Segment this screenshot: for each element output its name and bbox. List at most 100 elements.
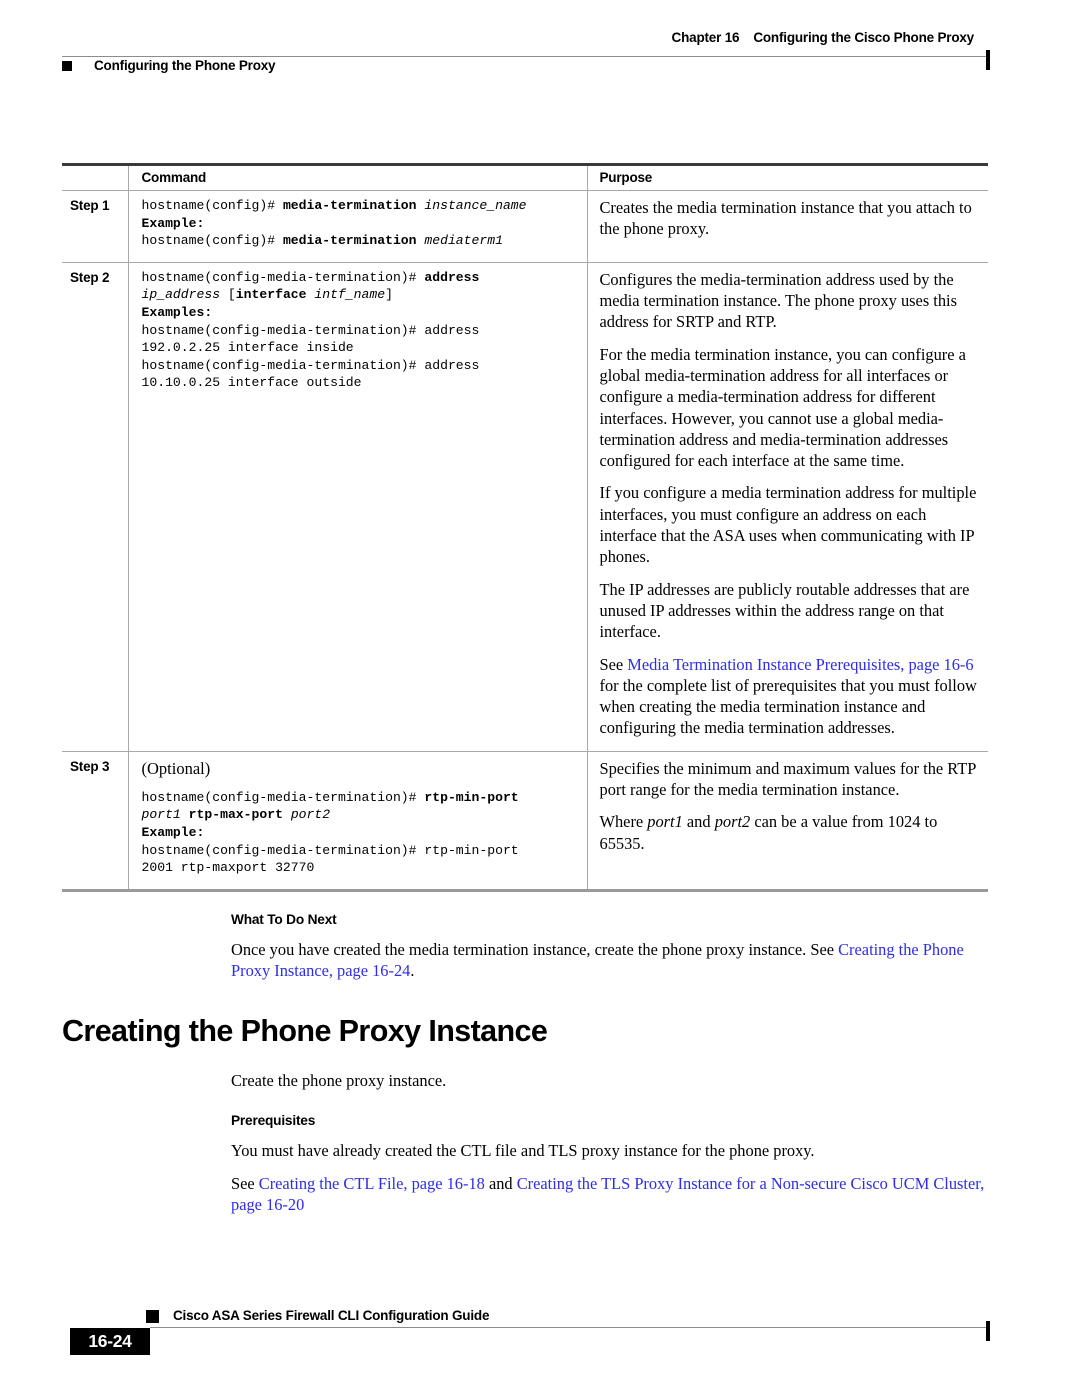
example-label-text: Example: <box>141 215 205 231</box>
italic-text: port1 <box>647 812 683 832</box>
what-to-do-next-paragraph: Once you have created the media terminat… <box>231 939 988 982</box>
text-run: The IP addresses are publicly routable a… <box>599 579 970 642</box>
italic-text: intf_name <box>314 287 386 303</box>
procedure-table: Command Purpose Step 1 hostname(config)# … <box>62 163 988 892</box>
purpose-paragraph: Creates the media termination instance t… <box>600 197 981 240</box>
column-header-step <box>62 163 128 191</box>
bold-text: media-termination <box>282 198 425 213</box>
italic-text: port2 <box>714 812 751 832</box>
header-chapter-title: Configuring the Cisco Phone Proxy <box>753 30 974 45</box>
purpose-cell: Configures the media-termination address… <box>586 262 988 752</box>
command-cell: (Optional) hostname(config-media-terminat… <box>127 751 587 892</box>
text-run: hostname(config-media-termination)# <box>141 789 425 805</box>
bold-text: interface <box>235 287 307 303</box>
footer-rule <box>150 1327 988 1328</box>
text-run: ] <box>385 287 393 303</box>
cli-command-line: hostname(config)# media-termination inst… <box>142 197 577 215</box>
purpose-cell: Creates the media termination instance t… <box>586 190 988 263</box>
purpose-paragraph: Where port1 and port2 can be a value fro… <box>600 811 981 854</box>
optional-label: (Optional) <box>141 758 211 778</box>
bold-text: rtp-max-port <box>188 807 283 823</box>
prerequisites-paragraph: You must have already created the CTL fi… <box>231 1140 988 1161</box>
text-run: hostname(config-media-termination)# addr… <box>141 357 480 391</box>
cli-command-line: hostname(config-media-termination)# rtp-… <box>142 789 577 824</box>
text-run: hostname(config)# <box>141 198 283 213</box>
bold-text: rtp-min-port <box>424 789 519 805</box>
header-chapter-label: Chapter 16 <box>671 30 740 45</box>
header-chapter-info: Chapter 16 Configuring the Cisco Phone Pr… <box>671 30 975 45</box>
text-run: and <box>484 1173 517 1193</box>
header-rule <box>62 56 988 57</box>
footer-guide-title: Cisco ASA Series Firewall CLI Configurat… <box>173 1308 490 1323</box>
text-run: hostname(config-media-termination)# <box>141 269 425 285</box>
text-run: Specifies the minimum and maximum values… <box>599 758 976 800</box>
purpose-paragraph: For the media termination instance, you … <box>600 344 981 472</box>
text-run: . <box>410 961 415 981</box>
footer-right-tick <box>986 1321 990 1341</box>
purpose-paragraph: Configures the media-termination address… <box>600 269 981 333</box>
prerequisites-heading: Prerequisites <box>231 1113 316 1129</box>
command-cell: hostname(config-media-termination)# addr… <box>127 262 587 752</box>
purpose-paragraph: If you configure a media termination add… <box>600 482 981 567</box>
table-row: Step 3 (Optional) hostname(config-media-te… <box>62 751 988 892</box>
text-run: [ <box>220 287 236 303</box>
text-run <box>283 807 291 822</box>
step-label: Step 2 <box>62 262 128 752</box>
italic-text: ip_address <box>141 287 221 303</box>
step-label: Step 1 <box>62 190 128 263</box>
cli-command-line: hostname(config-media-termination)# addr… <box>142 322 577 357</box>
example-label: Examples: <box>142 304 577 322</box>
header-section-info: Configuring the Phone Proxy <box>62 58 276 73</box>
cli-command-line: hostname(config)# media-termination medi… <box>142 232 577 250</box>
text-run: If you configure a media termination add… <box>599 483 977 567</box>
example-label: Example: <box>142 215 577 233</box>
footer-page-number: 16-24 <box>70 1328 150 1355</box>
table-header-row: Command Purpose <box>62 163 988 191</box>
table-row: Step 2 hostname(config-media-termination)… <box>62 262 988 752</box>
italic-text: mediaterm1 <box>424 233 503 249</box>
purpose-cell: Specifies the minimum and maximum values… <box>586 751 988 892</box>
text-run: hostname(config)# <box>141 233 283 249</box>
italic-text: port2 <box>290 807 331 823</box>
column-header-purpose: Purpose <box>586 163 988 191</box>
text-run: See <box>599 654 628 674</box>
bold-text: address <box>424 269 480 285</box>
text-run: Creates the media termination instance t… <box>599 198 972 239</box>
italic-text: port1 <box>141 807 181 823</box>
command-cell: hostname(config)# media-termination inst… <box>127 190 587 263</box>
text-run: See <box>231 1173 259 1193</box>
cross-reference-link[interactable]: Creating the CTL File, page 16-18 <box>259 1174 485 1193</box>
table-row: Step 1 hostname(config)# media-terminatio… <box>62 190 988 263</box>
table-header: Command Purpose <box>62 163 988 191</box>
page-header: Chapter 16 Configuring the Cisco Phone Pr… <box>62 30 990 82</box>
page-footer: Cisco ASA Series Firewall CLI Configurat… <box>62 1300 990 1360</box>
text-run: Once you have created the media terminat… <box>231 940 839 959</box>
cli-command-line: hostname(config-media-termination)# addr… <box>142 269 577 304</box>
cli-command-line: hostname(config-media-termination)# rtp-… <box>142 842 577 877</box>
text-run: For the media termination instance, you … <box>599 344 966 471</box>
what-to-do-next-heading: What To Do Next <box>231 912 337 927</box>
text-run: and <box>682 812 715 832</box>
text-run: Where <box>599 812 648 832</box>
page-title: Creating the Phone Proxy Instance <box>62 1014 548 1048</box>
bullet-square-icon <box>62 60 72 71</box>
table-body: Step 1 hostname(config)# media-terminatio… <box>62 190 988 892</box>
example-label-text: Examples: <box>141 304 213 320</box>
step-label: Step 3 <box>62 751 128 892</box>
text-run <box>181 807 189 822</box>
example-label-text: Example: <box>141 824 205 840</box>
text-run: for the complete list of prerequisites t… <box>599 675 977 738</box>
bold-text: media-termination <box>282 233 425 249</box>
example-label: Example: <box>142 824 577 842</box>
cli-command-line: hostname(config-media-termination)# addr… <box>142 357 577 392</box>
text-run: You must have already created the CTL fi… <box>231 1141 815 1161</box>
italic-text: instance_name <box>424 198 527 213</box>
footer-bullet-square-icon <box>146 1310 159 1323</box>
purpose-paragraph: Specifies the minimum and maximum values… <box>600 758 981 801</box>
text-run: hostname(config-media-termination)# addr… <box>141 322 480 356</box>
column-header-command: Command <box>127 163 587 191</box>
cross-reference-link[interactable]: Media Termination Instance Prerequisites… <box>627 655 973 674</box>
text-run: Create the phone proxy instance. <box>231 1071 447 1090</box>
header-right-tick <box>986 50 990 70</box>
see-also-paragraph: See Creating the CTL File, page 16-18 an… <box>231 1173 988 1216</box>
